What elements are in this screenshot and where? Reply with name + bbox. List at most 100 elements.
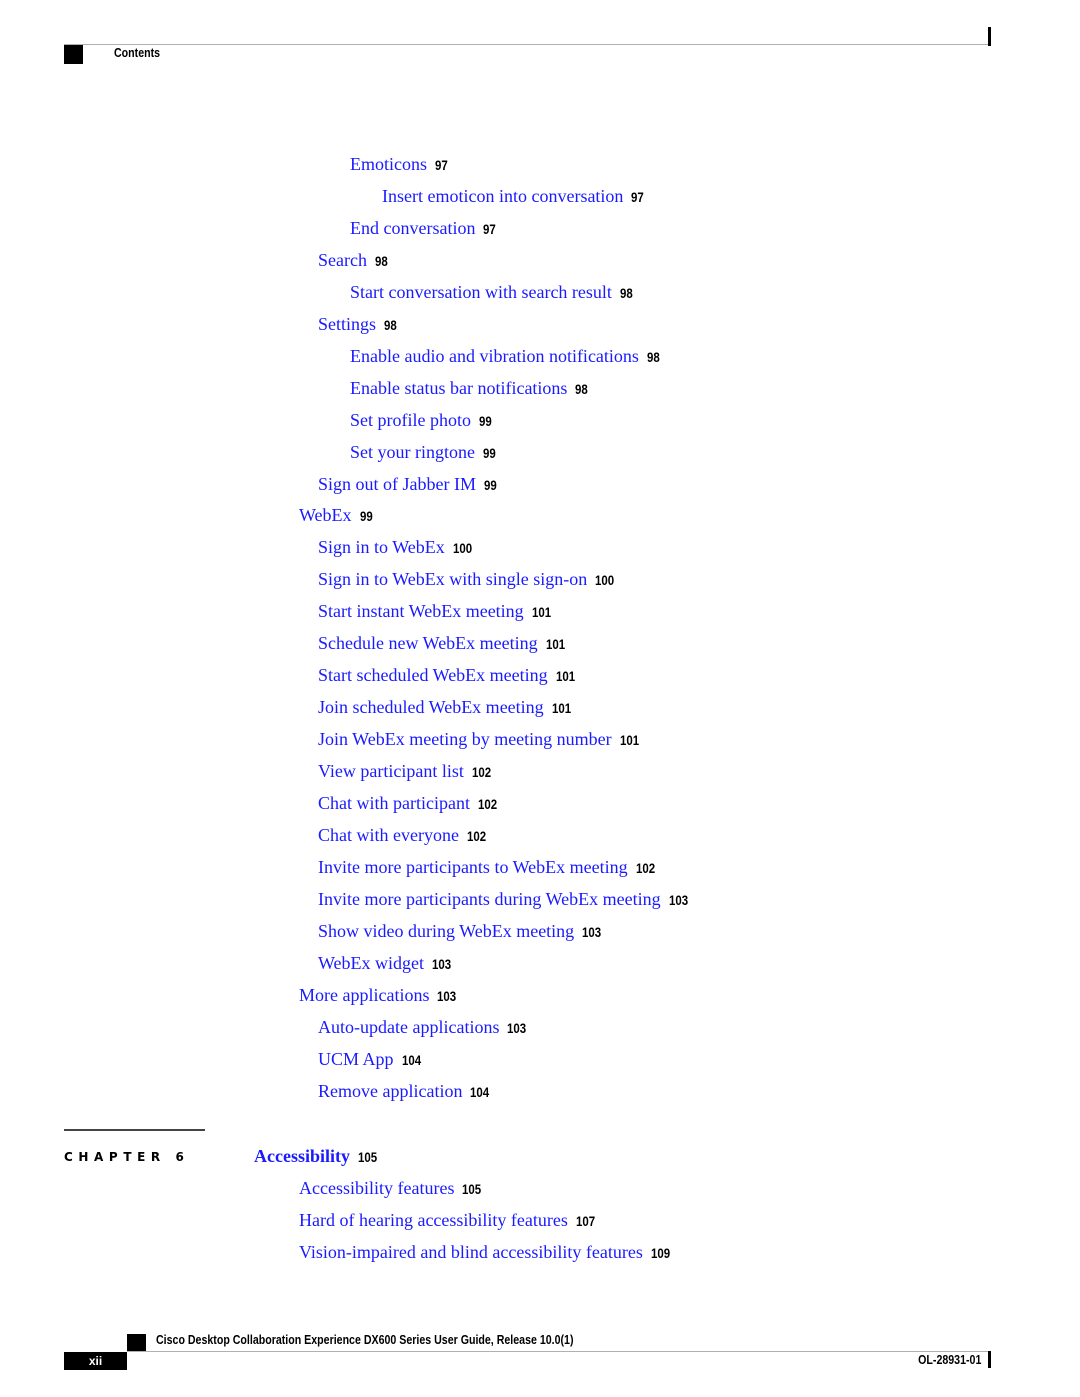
footer-book-title: Cisco Desktop Collaboration Experience D… [156,1333,574,1347]
toc-entry[interactable]: Show video during WebEx meeting 103 [318,920,606,943]
chapter-toc-entry-link[interactable]: Hard of hearing accessibility features [299,1210,568,1230]
toc-entry[interactable]: Start scheduled WebEx meeting 101 [318,664,579,687]
toc-entry-link[interactable]: Search [318,250,367,270]
toc-entry-page-number: 99 [359,508,373,525]
toc-entry-link[interactable]: More applications [299,985,429,1005]
toc-entry-link[interactable]: WebEx widget [318,953,424,973]
header-marker-block [64,45,83,64]
toc-entry-page-number: 103 [432,955,452,972]
toc-entry[interactable]: Chat with participant 102 [318,792,501,815]
toc-entry-page-number: 102 [466,827,487,844]
toc-entry-page-number: 101 [555,668,575,685]
toc-entry[interactable]: Start instant WebEx meeting 101 [318,600,555,623]
toc-entry-page-number: 101 [531,604,551,621]
chapter-toc-entry[interactable]: Vision-impaired and blind accessibility … [299,1241,674,1264]
chapter-title-entry[interactable]: Accessibility 105 [254,1145,381,1168]
toc-entry-link[interactable]: WebEx [299,505,352,525]
toc-entry-link[interactable]: Chat with everyone [318,825,459,845]
toc-entry[interactable]: Start conversation with search result 98 [350,281,636,304]
toc-entry[interactable]: Schedule new WebEx meeting 101 [318,632,569,655]
toc-entry-link[interactable]: Schedule new WebEx meeting [318,633,538,653]
toc-entry-link[interactable]: Enable status bar notifications [350,378,567,398]
toc-entry-page-number: 98 [374,252,388,269]
toc-entry-link[interactable]: Remove application [318,1081,462,1101]
chapter-toc-entry[interactable]: Hard of hearing accessibility features 10… [299,1209,599,1232]
toc-entry-link[interactable]: Sign in to WebEx with single sign-on [318,569,587,589]
toc-entry[interactable]: Auto-update applications 103 [318,1016,531,1039]
toc-entry[interactable]: End conversation 97 [350,217,499,240]
toc-entry-link[interactable]: Enable audio and vibration notifications [350,346,639,366]
toc-entry[interactable]: Invite more participants during WebEx me… [318,888,692,911]
toc-entry-page-number: 97 [435,157,448,173]
toc-entry-link[interactable]: Emoticons [350,154,427,174]
toc-entry[interactable]: Enable audio and vibration notifications… [350,345,663,368]
footer-doc-number: OL-28931-01 [917,1353,981,1367]
chapter-toc-entry[interactable]: Accessibility features 105 [299,1177,486,1200]
toc-entry[interactable]: Settings 98 [318,313,400,336]
toc-entry[interactable]: Insert emoticon into conversation 97 [382,185,647,208]
header-section-title: Contents [114,46,161,60]
footer-marker-block [127,1334,146,1352]
toc-entry-page-number: 103 [437,987,457,1004]
toc-entry[interactable]: Join scheduled WebEx meeting 101 [318,696,575,719]
toc-entry-page-number: 104 [401,1051,421,1068]
footer-page-number: xii [64,1352,127,1370]
toc-entry-link[interactable]: Insert emoticon into conversation [382,186,623,206]
toc-entry[interactable]: WebEx widget 103 [318,952,455,975]
chapter-toc-entry-link[interactable]: Accessibility features [299,1178,454,1198]
toc-entry-page-number: 101 [619,732,639,749]
toc-entry-page-number: 103 [668,891,688,908]
toc-entry-page-number: 101 [551,700,571,717]
toc-entry[interactable]: Sign out of Jabber IM 99 [318,473,500,496]
toc-entry-link[interactable]: Show video during WebEx meeting [318,921,574,941]
toc-entry-link[interactable]: Sign out of Jabber IM [318,474,476,494]
chapter-toc-entry-page-number: 109 [650,1245,670,1261]
toc-entry-link[interactable]: UCM App [318,1049,394,1069]
toc-entry-link[interactable]: Chat with participant [318,793,470,813]
toc-entry-page-number: 99 [478,412,492,429]
toc-entry[interactable]: More applications 103 [299,984,461,1007]
toc-entry[interactable]: Sign in to WebEx with single sign-on 100 [318,568,619,591]
toc-entry-link[interactable]: Start scheduled WebEx meeting [318,665,548,685]
toc-entry-link[interactable]: Invite more participants to WebEx meetin… [318,857,628,877]
toc-entry-link[interactable]: View participant list [318,761,464,781]
toc-entry[interactable]: Emoticons 97 [350,153,451,176]
toc-entry-page-number: 103 [507,1019,527,1036]
chapter-toc-entry-link[interactable]: Vision-impaired and blind accessibility … [299,1242,643,1262]
header-edge-bar [988,27,991,46]
toc-entry-link[interactable]: Auto-update applications [318,1017,499,1037]
toc-entry-page-number: 102 [635,859,655,876]
chapter-toc-entry-page-number: 107 [575,1213,596,1229]
toc-entry[interactable]: View participant list 102 [318,760,495,783]
toc-entry[interactable]: Sign in to WebEx 100 [318,536,476,559]
chapter-page-number: 105 [358,1149,378,1165]
chapter-title-link[interactable]: Accessibility [254,1146,350,1166]
toc-entry-page-number: 100 [452,540,472,557]
toc-entry-link[interactable]: Set your ringtone [350,442,475,462]
toc-entry-page-number: 99 [483,476,497,493]
chapter-toc-entry-page-number: 105 [462,1181,482,1197]
toc-entry[interactable]: Enable status bar notifications 98 [350,377,591,400]
toc-entry[interactable]: Invite more participants to WebEx meetin… [318,856,659,879]
toc-entry-link[interactable]: End conversation [350,218,475,238]
toc-entry[interactable]: Chat with everyone 102 [318,824,490,847]
toc-entry[interactable]: Search 98 [318,249,391,272]
toc-entry[interactable]: Join WebEx meeting by meeting number 101 [318,728,643,751]
toc-entry-page-number: 99 [482,444,496,461]
toc-entry[interactable]: UCM App 104 [318,1048,425,1071]
toc-entry-page-number: 101 [545,636,565,653]
chapter-label: CHAPTER 6 [64,1150,190,1164]
toc-entry-link[interactable]: Invite more participants during WebEx me… [318,889,661,909]
toc-entry-link[interactable]: Start instant WebEx meeting [318,601,524,621]
toc-entry-link[interactable]: Settings [318,314,376,334]
toc-entry-link[interactable]: Set profile photo [350,410,471,430]
toc-entry[interactable]: WebEx 99 [299,504,375,527]
toc-entry-link[interactable]: Sign in to WebEx [318,537,445,557]
chapter-rule [64,1129,205,1131]
toc-entry[interactable]: Set your ringtone 99 [350,441,499,464]
toc-entry-link[interactable]: Join WebEx meeting by meeting number [318,729,612,749]
toc-entry[interactable]: Remove application 104 [318,1080,494,1103]
toc-entry[interactable]: Set profile photo 99 [350,409,495,432]
toc-entry-link[interactable]: Start conversation with search result [350,282,612,302]
toc-entry-link[interactable]: Join scheduled WebEx meeting [318,697,544,717]
